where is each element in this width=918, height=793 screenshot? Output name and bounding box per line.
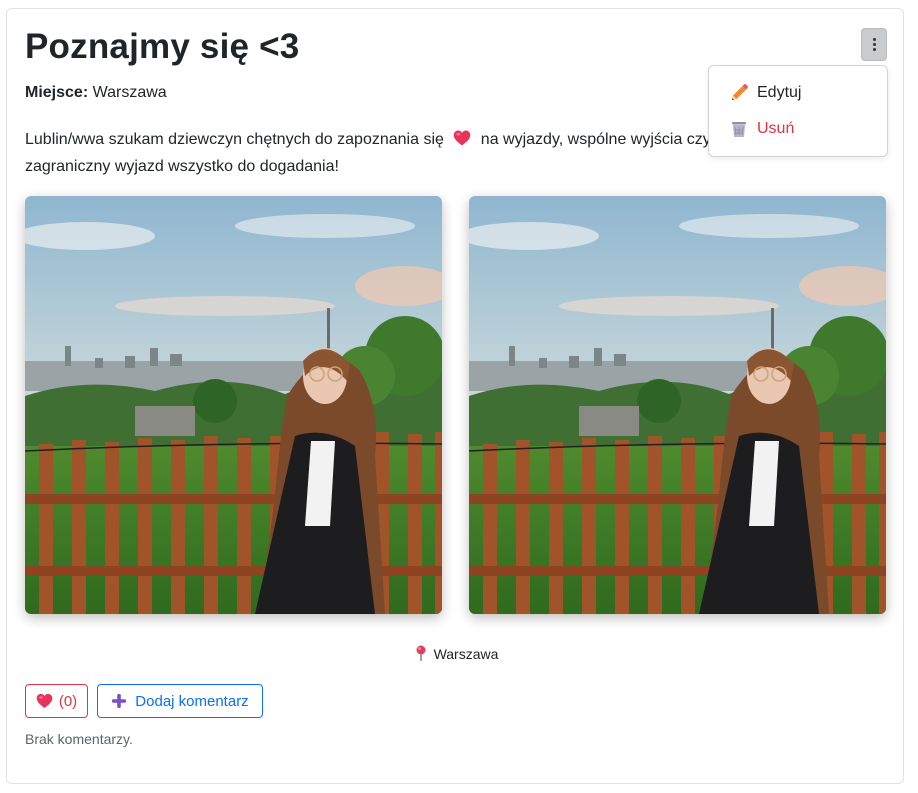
photo-gallery <box>25 196 887 615</box>
add-comment-label: Dodaj komentarz <box>135 692 249 710</box>
place-value: Warszawa <box>92 84 167 101</box>
menu-item-delete[interactable]: Usuń <box>729 116 794 142</box>
comments-empty-text: Brak komentarzy. <box>25 731 133 747</box>
description-text-start: Lublin/wwa szukam dziewczyn chętnych do … <box>25 131 444 148</box>
photo-image <box>469 196 886 614</box>
trash-icon <box>732 122 746 137</box>
heart-icon <box>36 693 53 709</box>
place-label: Miejsce: <box>25 84 89 101</box>
menu-item-edit-label: Edytuj <box>757 84 802 101</box>
menu-item-edit[interactable]: Edytuj <box>729 80 801 106</box>
pin-icon <box>416 645 426 661</box>
plus-icon <box>112 694 127 708</box>
menu-item-delete-label: Usuń <box>757 120 795 137</box>
photo-image <box>25 196 442 614</box>
pencil-icon <box>732 84 748 100</box>
post-title: Poznajmy się <3 <box>25 27 300 66</box>
post-card: Poznajmy się <3 Miejsce: Warszawa Lublin… <box>6 8 904 784</box>
heart-emoji-icon <box>454 130 471 146</box>
location-text: Warszawa <box>433 646 499 662</box>
like-button[interactable]: (0) <box>25 684 88 718</box>
add-comment-button[interactable]: Dodaj komentarz <box>97 684 263 718</box>
post-photo[interactable] <box>469 196 886 614</box>
post-options-button[interactable] <box>861 28 887 61</box>
post-options-menu: Edytuj Usuń <box>708 65 888 157</box>
post-place: Miejsce: Warszawa <box>25 84 167 102</box>
like-count: (0) <box>58 692 78 710</box>
post-location: Warszawa <box>7 645 905 662</box>
kebab-icon <box>872 38 876 51</box>
post-photo[interactable] <box>25 196 442 614</box>
post-description: Lublin/wwa szukam dziewczyn chętnych do … <box>25 126 725 180</box>
